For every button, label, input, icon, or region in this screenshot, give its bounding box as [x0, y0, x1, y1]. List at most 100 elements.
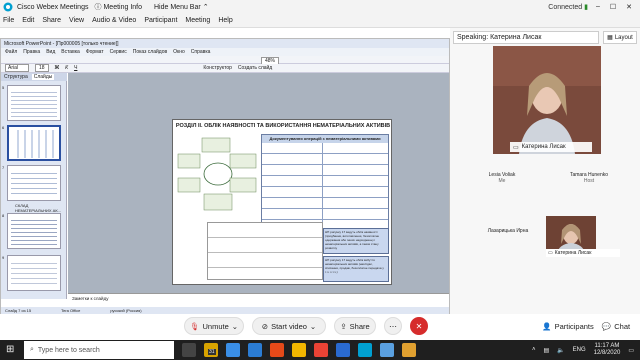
nma-diagram [177, 137, 257, 211]
font-select[interactable]: Arial [5, 64, 30, 72]
info-box-receipt: НП рисунку 17 ведуть облік наявності (пр… [323, 228, 389, 254]
device-icon: ▭ [548, 250, 553, 256]
signal-icon: ▮ [584, 4, 588, 11]
menu-help[interactable]: Help [218, 17, 232, 24]
table-header: Документування операцій з нематеріальним… [262, 135, 388, 143]
edge-icon[interactable] [248, 343, 262, 357]
active-speaker-name: Катерина Лисак [490, 34, 542, 41]
thumb-number: 7 [2, 165, 5, 170]
main-video[interactable] [493, 46, 601, 154]
slide-notes[interactable]: Заметки к слайду [68, 293, 449, 307]
l-app-icon[interactable] [402, 343, 416, 357]
ppt-menu-item[interactable]: Показ слайдов [133, 49, 167, 55]
chevron-up-icon: ⌃ [202, 4, 209, 11]
maximize-icon[interactable]: ☐ [610, 3, 616, 11]
slide-canvas: РОЗДІЛ ІІ. ОБЛІК НАЯВНОСТІ ТА ВИКОРИСТАН… [68, 73, 449, 293]
connection-status[interactable]: Connected ▮ [548, 3, 588, 11]
menu-view[interactable]: View [69, 17, 84, 24]
participants-icon: 👤 [542, 321, 552, 331]
ppt-menu-item[interactable]: Правка [23, 49, 40, 55]
webex-titlebar: Cisco Webex Meetings ⓘ Meeting Info Hide … [0, 0, 640, 14]
app-title: Cisco Webex Meetings [17, 3, 89, 11]
more-options-icon[interactable]: ⋯ [384, 317, 402, 335]
slide-counter: Слайд 7 из 15 [5, 308, 32, 313]
chat-button[interactable]: 💬 Chat [598, 317, 634, 335]
ppt-menu-item[interactable]: Справка [191, 49, 211, 55]
ppt-menu-item[interactable]: Окно [173, 49, 185, 55]
bold-icon[interactable]: Ж [55, 65, 60, 71]
tab-outline[interactable]: Структура [4, 74, 28, 80]
speaker-video-icon [493, 46, 601, 154]
windows-taskbar: ⊞ ⌕ Type here to search 31 ˄ ▤ 🔈 ENG 11:1… [0, 340, 640, 360]
size-select[interactable]: 18 [35, 64, 49, 72]
participants-button[interactable]: 👤 Participants [540, 317, 596, 335]
participant-tile[interactable]: Лазарицька Ирна [478, 228, 538, 234]
clock[interactable]: 11:17 AM 12/8/2020 [594, 343, 621, 357]
video-off-icon: ⊘ [261, 321, 269, 331]
slide-thumbnail[interactable] [7, 165, 61, 201]
participant-tile[interactable]: Tamara Hunenko Host [566, 172, 612, 184]
chrome-icon[interactable] [292, 343, 306, 357]
menu-share[interactable]: Share [42, 17, 61, 24]
leave-meeting-icon[interactable]: ✕ [410, 317, 428, 335]
ppt-menu-item[interactable]: Сервис [110, 49, 127, 55]
new-slide-button[interactable]: Создать слайд [238, 65, 272, 71]
ppt-menubar: Файл Правка Вид Вставка Формат Сервис По… [1, 48, 449, 56]
participant-video-name-tag: ▭ Катерина Лисак [546, 249, 620, 257]
opera-icon[interactable] [314, 343, 328, 357]
device-icon: ▭ [513, 144, 519, 151]
slide-thumbnail[interactable] [7, 125, 61, 161]
menu-participant[interactable]: Participant [144, 17, 177, 24]
chevron-up-icon[interactable]: ˄ [532, 347, 536, 353]
ppt-menu-item[interactable]: Формат [86, 49, 104, 55]
slide-thumbnail[interactable] [7, 85, 61, 121]
language-indicator[interactable]: ENG [573, 347, 586, 353]
chevron-down-icon: ⌄ [231, 321, 239, 331]
layout-button[interactable]: ▦ Layout [603, 31, 637, 44]
close-icon[interactable]: ✕ [626, 3, 632, 11]
hide-menu-bar-button[interactable]: Hide Menu Bar ⌃ [154, 3, 209, 12]
menu-meeting[interactable]: Meeting [185, 17, 210, 24]
search-icon: ⌕ [30, 346, 34, 353]
menu-edit[interactable]: Edit [22, 17, 34, 24]
italic-icon[interactable]: К [65, 65, 68, 71]
slide-thumbnail[interactable] [7, 213, 61, 249]
ppt-menu-item[interactable]: Вставка [61, 49, 80, 55]
ppt-menu-item[interactable]: Файл [5, 49, 17, 55]
menu-file[interactable]: File [3, 17, 14, 24]
thumb-label: СКЛАД НЕМАТЕРІАЛЬНИХ АК... [15, 203, 62, 213]
minimize-icon[interactable]: – [596, 3, 600, 11]
webex-icon[interactable] [358, 343, 372, 357]
slide-title: РОЗДІЛ ІІ. ОБЛІК НАЯВНОСТІ ТА ВИКОРИСТАН… [175, 123, 391, 129]
table-divider [322, 143, 323, 231]
underline-icon[interactable]: Ч [74, 65, 77, 71]
share-icon: ⇪ [340, 321, 347, 331]
thumb-number: 8 [2, 213, 5, 218]
office-icon[interactable] [270, 343, 284, 357]
documents-table: Документування операцій з нематеріальним… [261, 134, 389, 232]
meeting-controls: 🎙 Unmute ⌄ ⊘ Start video ⌄ ⇪ Share ⋯ ✕ 👤 Parti… [0, 314, 640, 340]
menu-audio-video[interactable]: Audio & Video [92, 17, 136, 24]
current-slide[interactable]: РОЗДІЛ ІІ. ОБЛІК НАЯВНОСТІ ТА ВИКОРИСТАН… [172, 119, 392, 285]
word-icon[interactable] [336, 343, 350, 357]
windows-start-icon[interactable]: ⊞ [6, 344, 14, 355]
ppt-menu-item[interactable]: Вид [46, 49, 55, 55]
share-button[interactable]: ⇪ Share [334, 317, 376, 335]
meeting-info-button[interactable]: ⓘ Meeting Info [94, 2, 142, 12]
slide-thumbnail[interactable] [7, 255, 61, 291]
volume-icon[interactable]: 🔈 [557, 347, 564, 354]
design-button[interactable]: Конструктор [203, 65, 232, 71]
file-explorer-icon[interactable]: 31 [204, 343, 218, 357]
mail-icon[interactable] [226, 343, 240, 357]
start-video-button[interactable]: ⊘ Start video ⌄ [252, 317, 326, 335]
network-icon[interactable]: ▤ [543, 347, 549, 354]
notifications-icon[interactable]: ▭ [628, 347, 634, 354]
taskbar-search[interactable]: ⌕ Type here to search [24, 341, 174, 359]
app-icon[interactable] [380, 343, 394, 357]
participant-tile[interactable]: Lesia Voliak Me [482, 172, 522, 184]
thumb-number: 5 [2, 85, 5, 90]
unmute-button[interactable]: 🎙 Unmute ⌄ [184, 317, 244, 335]
task-view-icon[interactable] [182, 343, 196, 357]
speaking-indicator: Speaking: Катерина Лисак [453, 31, 599, 44]
tab-slides[interactable]: Слайды [31, 74, 55, 80]
